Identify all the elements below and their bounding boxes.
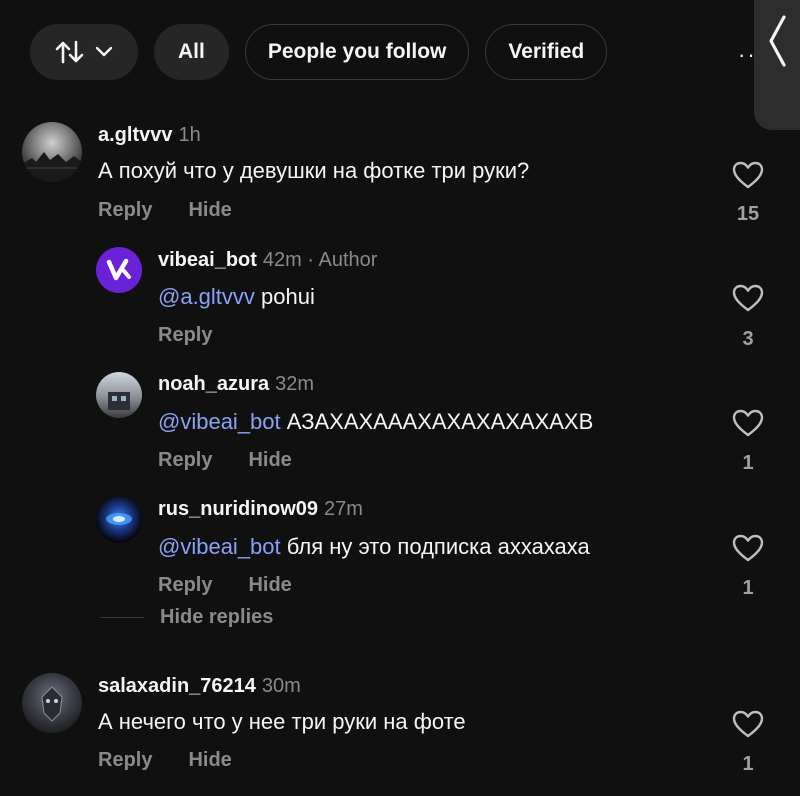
avatar[interactable] <box>22 122 82 182</box>
comment-author[interactable]: noah_azura 32m <box>158 373 314 396</box>
avatar[interactable] <box>96 372 142 418</box>
mention-link[interactable]: @vibeai_bot <box>158 534 281 559</box>
heart-icon[interactable] <box>732 709 764 739</box>
hide-button[interactable]: Hide <box>188 199 231 221</box>
timestamp: 1h <box>178 124 201 146</box>
avatar-image <box>106 513 132 525</box>
comment-text: А похуй что у девушки на фотке три руки? <box>98 158 530 183</box>
sort-icon <box>55 40 84 64</box>
timestamp: 42m · Author <box>262 249 378 271</box>
avatar-image <box>108 392 130 410</box>
timestamp: 32m <box>275 373 315 395</box>
heart-icon[interactable] <box>732 408 764 438</box>
username[interactable]: vibeai_bot <box>158 249 257 271</box>
hide-replies-button[interactable]: Hide replies <box>100 606 273 629</box>
avatar[interactable] <box>96 497 142 543</box>
comment-actions: Reply <box>158 324 248 347</box>
mention-link[interactable]: @vibeai_bot <box>158 409 281 434</box>
hide-button[interactable]: Hide <box>248 449 291 471</box>
avatar[interactable] <box>96 247 142 293</box>
comment-actions: Reply Hide <box>98 749 268 772</box>
reply-button[interactable]: Reply <box>158 449 212 471</box>
heart-icon[interactable] <box>732 533 764 563</box>
heart-icon[interactable] <box>732 160 764 190</box>
like-count: 1 <box>742 753 754 775</box>
reply-button[interactable]: Reply <box>98 749 152 771</box>
comment-text: @a.gltvvv pohui <box>158 284 315 310</box>
like-count: 3 <box>742 328 754 350</box>
timestamp: 30m <box>261 675 301 697</box>
vibe-logo-icon <box>106 258 131 281</box>
thread-divider <box>100 617 144 618</box>
hide-button[interactable]: Hide <box>248 574 291 596</box>
heart-icon[interactable] <box>732 283 764 313</box>
like-count: 1 <box>742 577 754 599</box>
reply-button[interactable]: Reply <box>98 199 152 221</box>
filter-verified-button[interactable]: Verified <box>485 24 608 80</box>
filter-all-button[interactable]: All <box>154 24 229 80</box>
filter-following-button[interactable]: People you follow <box>244 24 470 80</box>
hide-replies-label: Hide replies <box>160 606 274 628</box>
side-panel-handle[interactable] <box>754 0 800 130</box>
hide-button[interactable]: Hide <box>188 749 231 771</box>
comment-author[interactable]: salaxadin_76214 30m <box>98 675 301 698</box>
username[interactable]: noah_azura <box>158 373 269 395</box>
avatar-image <box>22 152 82 182</box>
comment-text-body: бля ну это подписка аххахаха <box>286 534 590 559</box>
comment-actions: Reply Hide <box>98 199 268 222</box>
comment-author[interactable]: vibeai_bot 42m · Author <box>158 249 377 272</box>
sort-button[interactable] <box>30 24 138 80</box>
comment-text: А нечего что у нее три руки на фоте <box>98 709 466 734</box>
comment-text: @vibeai_bot бля ну это подписка аххахаха <box>158 534 590 560</box>
comment-text-body: pohui <box>261 284 315 309</box>
comment-author[interactable]: a.gltvvv 1h <box>98 124 201 147</box>
chevron-left-icon <box>769 15 786 67</box>
avatar-image <box>41 686 63 722</box>
like-count: 15 <box>736 203 760 225</box>
filter-bar: All People you follow Verified <box>30 23 608 81</box>
comment-text-body: АЗАХАХАААХАХАХАХАХАХВ <box>286 409 594 434</box>
chevron-down-icon <box>95 46 113 57</box>
comment-text: @vibeai_bot АЗАХАХАААХАХАХАХАХАХВ <box>158 409 593 435</box>
reply-button[interactable]: Reply <box>158 324 212 346</box>
username[interactable]: salaxadin_76214 <box>98 675 256 697</box>
mention-link[interactable]: @a.gltvvv <box>158 284 255 309</box>
username[interactable]: rus_nuridinow09 <box>158 498 318 520</box>
timestamp: 27m <box>324 498 363 520</box>
username[interactable]: a.gltvvv <box>98 124 172 146</box>
comment-actions: Reply Hide <box>158 574 328 597</box>
like-count: 1 <box>742 452 754 474</box>
avatar[interactable] <box>22 673 82 733</box>
reply-button[interactable]: Reply <box>158 574 212 596</box>
comment-actions: Reply Hide <box>158 449 328 472</box>
comment-author[interactable]: rus_nuridinow09 27m <box>158 498 363 521</box>
